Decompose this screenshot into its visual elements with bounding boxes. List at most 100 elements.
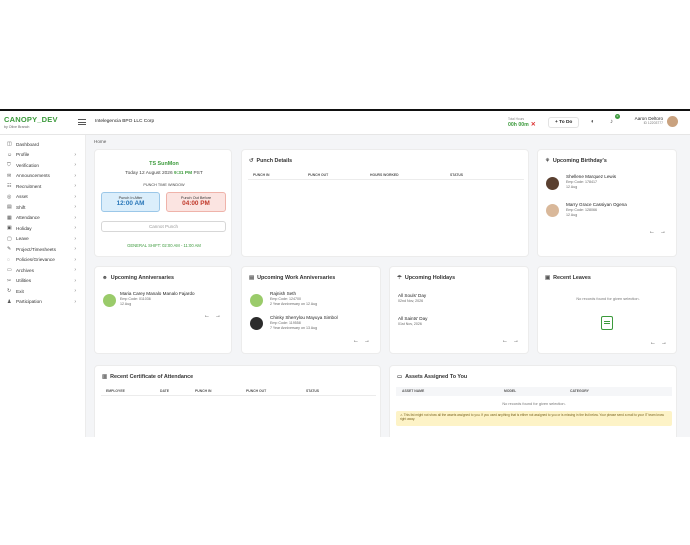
sidebar-item-recruitment[interactable]: ☷ Recruitment › [0,181,85,192]
total-hours: Total Hours 00h 00m ✕ [508,117,536,128]
sidebar-item-holiday[interactable]: ▣ Holiday › [0,223,85,234]
anniversaries-card: ☻ Upcoming Anniversaries Maria Carey Mana… [94,266,232,354]
logo[interactable]: CANOPY_DEV by Olive Branch [4,115,82,129]
assets-title-text: Assets Assigned To You [405,374,468,380]
birthday-date: 12 Aug [566,213,578,217]
sidebar-item-policies-grievance[interactable]: ◌ Policies/Grievance › [0,255,85,266]
sidebar-item-announcements[interactable]: ✉ Announcements › [0,171,85,182]
assets-notice: ⚠ This list might not show all the asset… [396,411,672,426]
arrow-right-icon[interactable]: → [513,338,524,344]
birthdays-title: ⚘ Upcoming Birthday's [545,158,607,164]
arrow-left-icon[interactable]: ← [502,338,513,344]
shift-date: Today 12 August 2026 [125,171,173,176]
sidebar-item-attendance[interactable]: ▦ Attendance › [0,213,85,224]
avatar [546,204,559,217]
bell-icon[interactable]: ♪ [610,119,613,125]
leaves-title-text: Recent Leaves [553,275,591,281]
sidebar-item-label: Asset [16,194,28,200]
cake-icon: ⚘ [545,158,550,164]
menu-icon[interactable] [78,119,86,125]
col-date: DATE [160,389,169,393]
arrow-left-icon[interactable]: ← [650,340,661,346]
anniversary-date: 7 Year Anniversary on 13 Aug [270,326,318,330]
sidebar-item-project-timesheets[interactable]: ✎ Project/Timesheets › [0,244,85,255]
sidebar: ◫ Dashboard ☺ Profile › ⛉ Verification › ✉ Announ… [0,135,86,437]
breadcrumb[interactable]: Home [94,139,106,144]
history-icon: ↺ [249,158,254,164]
arrow-left-icon[interactable]: ← [649,229,660,235]
briefcase-icon: ▤ [249,275,255,281]
empty-message: No records found for given selection. [502,401,566,406]
arrow-right-icon[interactable]: → [364,338,375,344]
sidebar-item-participation[interactable]: ♟ Participation › [0,297,85,308]
pager-arrows: ←→ [649,229,671,235]
sidebar-item-leave[interactable]: ▢ Leave › [0,234,85,245]
anniversaries-title: ☻ Upcoming Anniversaries [102,275,174,281]
sidebar-item-utilities[interactable]: ✂ Utilities › [0,276,85,287]
avatar [546,177,559,190]
punch-in-box: Punch In After 12:00 AM [101,192,160,212]
work-anniversaries-card: ▤ Upcoming Work Anniversaries Rajnish Set… [241,266,381,354]
sidebar-item-archives[interactable]: ▭ Archives › [0,265,85,276]
punch-title-text: Punch Details [256,158,293,164]
suitcase-icon: ▣ [545,275,551,281]
holidays-title: ☂ Upcoming Holidays [397,275,455,281]
document-icon [601,316,613,330]
holidays-card: ☂ Upcoming Holidays All Souls' Day 02nd N… [389,266,529,354]
arrow-right-icon[interactable]: → [661,340,672,346]
arrow-left-icon[interactable]: ← [204,313,215,319]
avatar[interactable] [667,116,678,127]
avatar [103,294,116,307]
pager-arrows: ←→ [204,313,226,319]
logo-tagline: by Olive Branch [4,125,30,129]
sidebar-item-label: Holiday [16,225,32,231]
punch-out-time: 04:00 PM [182,200,210,207]
sidebar-item-dashboard[interactable]: ◫ Dashboard [0,139,85,150]
top-bar: CANOPY_DEV by Olive Branch Intelegencia … [0,111,690,135]
chevron-right-icon: › [74,288,76,295]
certificate-title-text: Recent Certificate of Attendance [110,374,194,380]
recent-leaves-card: ▣ Recent Leaves No records found for give… [537,266,677,354]
punch-details-title: ↺ Punch Details [249,158,292,164]
work-anniv-title-text: Upcoming Work Anniversaries [257,275,336,281]
holiday-icon: ▣ [7,225,12,232]
arrow-right-icon[interactable]: → [660,229,671,235]
col-punch-in: PUNCH IN [253,173,270,177]
arrow-right-icon[interactable]: → [215,313,226,319]
pager-arrows: ←→ [353,338,375,344]
person-name: Rajnish Seth [270,291,297,296]
sidebar-item-profile[interactable]: ☺ Profile › [0,150,85,161]
certificate-card: ▥ Recent Certificate of Attendance EMPLOY… [94,365,381,437]
close-icon[interactable]: ✕ [531,122,536,128]
company-name: Intelegencia BPO LLC Corp [95,119,155,124]
avatar [250,294,263,307]
utilities-icon: ✂ [7,277,12,284]
birthdays-title-text: Upcoming Birthday's [552,158,607,164]
chevron-right-icon: › [74,277,76,284]
anniversary-date: 2 Year Anniversary on 12 Aug [270,302,318,306]
sidebar-item-label: Recruitment [16,183,42,189]
chevron-right-icon: › [74,162,76,169]
monitor-icon: ▭ [397,374,403,380]
general-shift: GENERAL SHIFT: 02:00 AM - 11:00 AM [127,243,201,248]
sidebar-item-verification[interactable]: ⛉ Verification › [0,160,85,171]
sidebar-item-shift[interactable]: ▤ Shift › [0,202,85,213]
person-name: Chinky Sherrylou Mayuya Simbol [270,315,338,320]
sidebar-item-exit[interactable]: ↻ Exit › [0,286,85,297]
todo-button[interactable]: + To Do [548,117,580,128]
empty-message: No records found for given selection. [576,296,640,301]
punch-out-box: Punch Out Before 04:00 PM [166,192,226,212]
col-punch-out: PUNCH OUT [246,389,267,393]
sidebar-item-label: Project/Timesheets [16,246,56,252]
certificate-icon: ▥ [102,374,108,380]
assets-table-header: ASSET NAME MODEL CATEGORY [396,387,672,396]
arrow-left-icon[interactable]: ← [353,338,364,344]
sidebar-item-asset[interactable]: ◎ Asset › [0,192,85,203]
pager-arrows: ←→ [650,340,672,346]
sidebar-item-label: Participation [16,299,42,305]
user-info[interactable]: Aaron Deltoro ID 12203777 [633,116,663,125]
cannot-punch-button[interactable]: Cannot Punch [101,221,226,232]
sidebar-item-label: Announcements [16,173,50,179]
theme-toggle-icon[interactable]: ◐ [591,119,595,125]
sidebar-item-label: Shift [16,204,26,210]
